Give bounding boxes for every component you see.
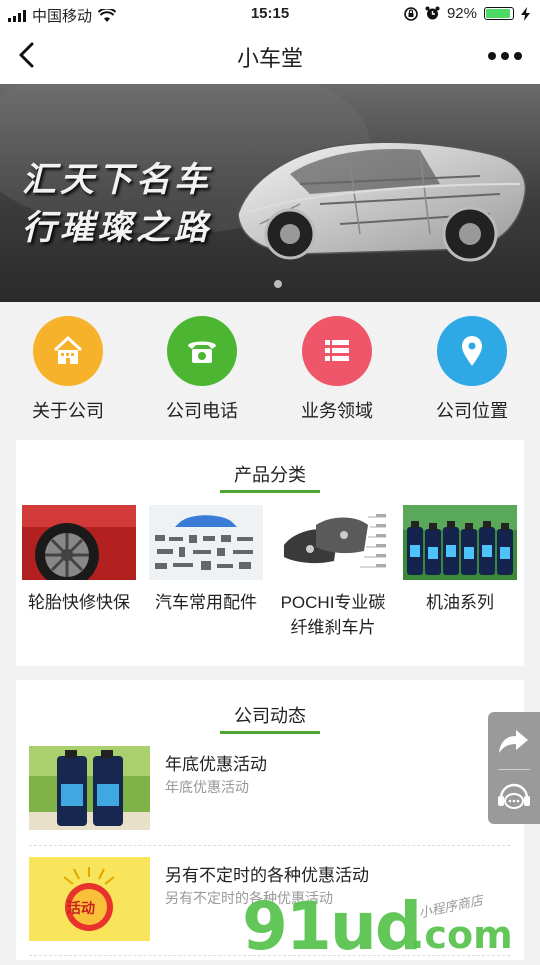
- quick-link-label: 公司电话: [166, 401, 238, 421]
- product-image-engine-oil[interactable]: [403, 505, 517, 580]
- news-item-title: 年底优惠活动: [165, 755, 267, 774]
- quick-link-label: 公司位置: [436, 401, 508, 421]
- status-right: 92%: [404, 5, 530, 22]
- news-item[interactable]: 年底优惠活动 年底优惠活动: [29, 746, 499, 836]
- battery-icon: [484, 7, 514, 20]
- alarm-icon: [425, 6, 440, 20]
- rotation-lock-icon: [404, 6, 418, 21]
- watermark-logo: 91ud: [242, 888, 422, 965]
- location-pin-icon: [437, 316, 507, 386]
- charging-icon: [521, 6, 530, 21]
- banner-slogan-line2: 行璀璨之路: [22, 208, 212, 248]
- news-title: 公司动态: [234, 706, 306, 726]
- quick-link-label: 关于公司: [32, 401, 104, 421]
- quick-link-phone[interactable]: 公司电话: [142, 316, 262, 423]
- product-label-engine-oil[interactable]: 机油系列: [397, 590, 523, 615]
- promo-badge-text: 活动: [67, 900, 95, 916]
- products-title-underline: [220, 490, 320, 493]
- product-label-line: POCHI专业碳: [280, 593, 386, 612]
- more-menu-icon[interactable]: [488, 52, 522, 60]
- banner-slogan-line1: 汇天下名车: [22, 160, 212, 200]
- quick-link-about[interactable]: 关于公司: [8, 316, 128, 423]
- news-thumb-promo: 活动: [29, 857, 150, 941]
- page-title: 小车堂: [236, 46, 303, 71]
- quick-link-location[interactable]: 公司位置: [412, 316, 532, 423]
- product-label-line: 纤维刹车片: [290, 618, 376, 637]
- product-image-parts[interactable]: [149, 505, 263, 580]
- quick-link-business[interactable]: 业务领域: [277, 316, 397, 423]
- nav-bar: 小车堂: [0, 28, 540, 84]
- product-image-tires[interactable]: [22, 505, 136, 580]
- battery-percent: 92%: [446, 5, 477, 22]
- product-label-tires[interactable]: 轮胎快修快保: [16, 590, 142, 615]
- carousel-indicator[interactable]: [274, 280, 282, 288]
- news-title-underline: [220, 731, 320, 734]
- customer-service-icon[interactable]: [488, 770, 540, 824]
- news-item-subtitle: 年底优惠活动: [165, 779, 249, 795]
- status-bar: 中国移动 15:15 92%: [0, 0, 540, 28]
- house-icon: [33, 316, 103, 386]
- products-title: 产品分类: [234, 465, 306, 485]
- share-icon[interactable]: [488, 712, 540, 768]
- telephone-icon: [167, 316, 237, 386]
- product-image-brake-pads[interactable]: [276, 505, 390, 580]
- banner-carousel[interactable]: 汇天下名车 行璀璨之路: [0, 84, 540, 302]
- list-icon: [302, 316, 372, 386]
- floating-actions: [488, 712, 540, 824]
- product-label-brake-pads[interactable]: POCHI专业碳 纤维刹车片: [270, 590, 396, 640]
- quick-link-label: 业务领域: [301, 401, 373, 421]
- news-thumb-oil: [29, 746, 150, 830]
- news-divider: [29, 845, 510, 846]
- news-item-title: 另有不定时的各种优惠活动: [165, 866, 369, 885]
- product-label-parts[interactable]: 汽车常用配件: [143, 590, 269, 615]
- quick-links: 关于公司 公司电话 业务领域 公司位置: [0, 302, 540, 438]
